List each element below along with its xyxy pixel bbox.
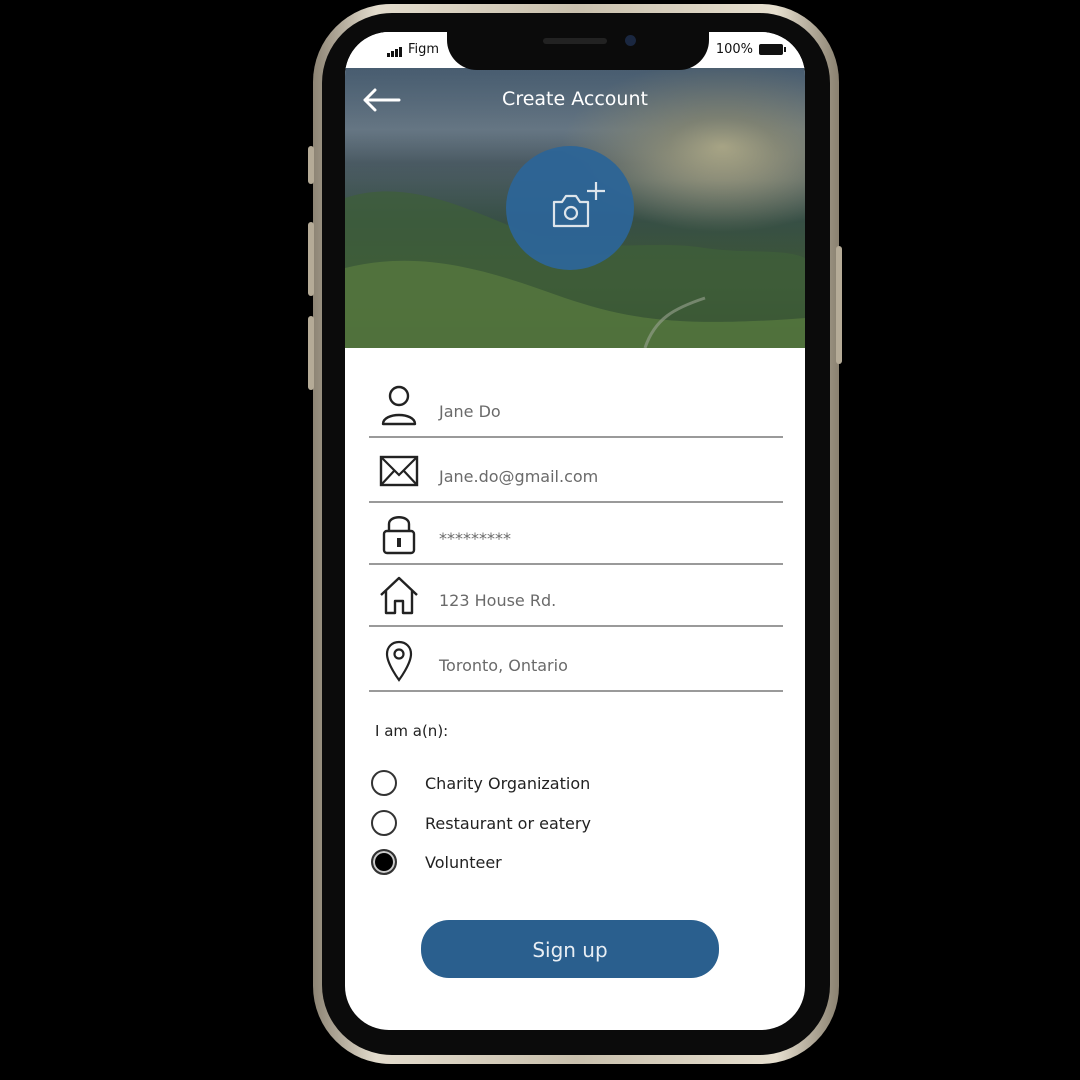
notch bbox=[447, 26, 709, 70]
radio-label: Restaurant or eatery bbox=[425, 813, 591, 833]
radio-circle-selected[interactable] bbox=[371, 849, 397, 875]
email-field[interactable]: Jane.do@gmail.com bbox=[369, 437, 783, 503]
radio-circle[interactable] bbox=[371, 810, 397, 836]
radio-label: Volunteer bbox=[425, 852, 502, 872]
envelope-icon bbox=[379, 455, 419, 487]
page-title: Create Account bbox=[502, 88, 648, 110]
status-right: 100% bbox=[715, 42, 786, 57]
name-field[interactable]: Jane Do bbox=[369, 372, 783, 438]
sign-up-button[interactable]: Sign up bbox=[421, 920, 719, 978]
map-pin-icon bbox=[385, 640, 413, 682]
address-field[interactable]: 123 House Rd. bbox=[369, 561, 783, 627]
carrier-label: Figm bbox=[408, 42, 440, 57]
front-camera bbox=[625, 35, 636, 46]
address-value: 123 House Rd. bbox=[439, 591, 557, 610]
email-value: Jane.do@gmail.com bbox=[439, 467, 599, 486]
header-banner: Create Account bbox=[345, 68, 805, 348]
status-left: Figm bbox=[387, 42, 439, 57]
power-button bbox=[836, 246, 842, 364]
lock-icon bbox=[382, 516, 416, 555]
password-field[interactable]: ********* bbox=[369, 499, 783, 565]
add-photo-button[interactable] bbox=[506, 146, 634, 270]
home-icon bbox=[380, 576, 418, 615]
signal-icon bbox=[387, 42, 403, 57]
battery-icon bbox=[759, 44, 786, 55]
radio-label: Charity Organization bbox=[425, 773, 591, 793]
location-field[interactable]: Toronto, Ontario bbox=[369, 626, 783, 692]
battery-percent: 100% bbox=[715, 42, 753, 57]
radio-option-restaurant[interactable]: Restaurant or eatery bbox=[371, 810, 591, 836]
volume-up-button bbox=[308, 222, 314, 296]
screen: Figm 100% Create Account Jane Do Jane.do… bbox=[345, 32, 805, 1030]
password-value: ********* bbox=[439, 529, 511, 548]
role-question: I am a(n): bbox=[375, 722, 449, 740]
speaker-grille bbox=[543, 38, 607, 44]
location-value: Toronto, Ontario bbox=[439, 656, 568, 675]
mute-switch bbox=[308, 146, 314, 184]
user-icon bbox=[381, 385, 417, 426]
volume-down-button bbox=[308, 316, 314, 390]
radio-option-volunteer[interactable]: Volunteer bbox=[371, 849, 502, 875]
radio-option-charity[interactable]: Charity Organization bbox=[371, 770, 590, 796]
radio-circle[interactable] bbox=[371, 770, 397, 796]
camera-plus-icon bbox=[552, 182, 605, 228]
name-value: Jane Do bbox=[439, 402, 501, 421]
